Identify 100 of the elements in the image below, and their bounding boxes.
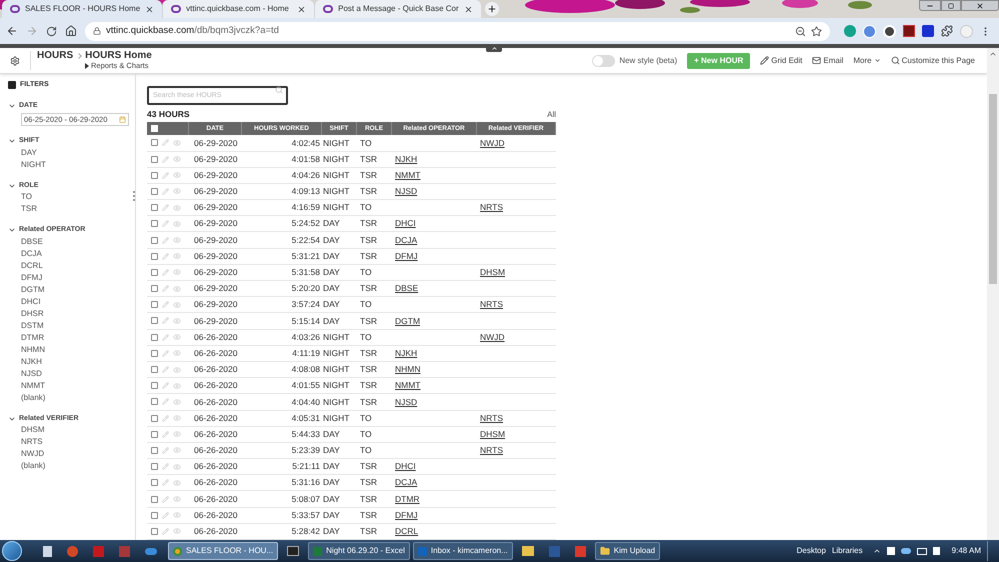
pinned-app-icon[interactable] xyxy=(145,548,157,554)
view-icon[interactable] xyxy=(173,478,181,487)
pinned-app-icon[interactable] xyxy=(287,546,300,556)
row-checkbox[interactable] xyxy=(151,268,158,276)
taskbar-toolbar[interactable]: Desktop xyxy=(796,545,826,557)
resize-handle-icon[interactable] xyxy=(133,191,135,201)
record-link[interactable]: DFMJ xyxy=(395,250,418,261)
filter-option[interactable]: NRTS xyxy=(21,436,135,448)
taskbar-window-button[interactable]: Night 06.29.20 - Excel xyxy=(308,542,410,560)
scroll-up-icon[interactable] xyxy=(989,50,997,58)
view-icon[interactable] xyxy=(173,300,181,309)
filter-option[interactable]: DAY xyxy=(21,146,135,158)
edit-icon[interactable] xyxy=(162,220,169,228)
view-icon[interactable] xyxy=(173,171,181,180)
close-icon[interactable] xyxy=(464,4,473,14)
view-icon[interactable] xyxy=(173,366,181,374)
filter-option[interactable]: (blank) xyxy=(21,460,135,472)
record-link[interactable]: NRTS xyxy=(480,412,503,423)
pinned-app-icon[interactable] xyxy=(43,546,52,556)
edit-icon[interactable] xyxy=(162,204,169,212)
row-checkbox[interactable] xyxy=(151,156,158,163)
all-link[interactable]: All xyxy=(547,108,556,121)
filter-toggle-icon[interactable] xyxy=(8,81,16,90)
filter-option[interactable]: NJKH xyxy=(21,356,135,368)
toolbar-link[interactable]: Grid Edit xyxy=(760,54,802,66)
edit-icon[interactable] xyxy=(162,414,169,422)
tray-expand-icon[interactable] xyxy=(872,547,881,555)
filter-option[interactable]: NJSD xyxy=(21,368,135,380)
edit-icon[interactable] xyxy=(162,285,169,292)
reload-icon[interactable] xyxy=(46,26,57,36)
edit-icon[interactable] xyxy=(162,188,169,195)
taskbar-window-button[interactable]: Kim Upload xyxy=(594,542,660,560)
row-checkbox[interactable] xyxy=(151,366,158,374)
filter-option[interactable]: DFMJ xyxy=(21,272,135,284)
forward-icon[interactable] xyxy=(26,25,38,37)
record-link[interactable]: DCJA xyxy=(395,477,418,488)
edit-icon[interactable] xyxy=(162,463,169,470)
zoom-icon[interactable] xyxy=(795,26,806,36)
cloud-icon[interactable] xyxy=(900,548,911,554)
table-title[interactable]: HOURS xyxy=(37,51,74,62)
edit-icon[interactable] xyxy=(162,528,169,535)
row-checkbox[interactable] xyxy=(151,334,158,341)
taskbar-toolbar[interactable]: Libraries xyxy=(832,545,863,557)
row-checkbox[interactable] xyxy=(151,496,158,503)
row-checkbox[interactable] xyxy=(151,220,158,228)
row-checkbox[interactable] xyxy=(151,285,158,292)
extension-icon[interactable] xyxy=(922,25,934,37)
filter-option[interactable]: DSTM xyxy=(21,320,135,332)
row-checkbox[interactable] xyxy=(151,350,158,357)
row-checkbox[interactable] xyxy=(151,204,158,212)
close-icon[interactable] xyxy=(297,4,306,14)
address-bar[interactable]: vttinc.quickbase.com/db/bqm3jvczk?a=td xyxy=(85,22,830,40)
record-link[interactable]: NWJD xyxy=(480,332,505,342)
record-link[interactable]: DGTM xyxy=(395,316,420,326)
edit-icon[interactable] xyxy=(162,139,169,146)
record-link[interactable]: DTMR xyxy=(395,494,420,504)
view-icon[interactable] xyxy=(173,236,181,244)
view-icon[interactable] xyxy=(173,220,181,228)
view-icon[interactable] xyxy=(173,138,181,147)
row-checkbox[interactable] xyxy=(151,382,158,390)
filter-option[interactable]: DBSE xyxy=(21,236,135,248)
row-checkbox[interactable] xyxy=(151,172,158,179)
row-checkbox[interactable] xyxy=(151,446,158,454)
browser-tab[interactable]: SALES FLOOR - HOURS Home xyxy=(2,0,162,18)
row-checkbox[interactable] xyxy=(151,252,158,260)
record-link[interactable]: NMMT xyxy=(395,380,420,390)
filter-option[interactable]: DCRL xyxy=(21,260,135,272)
scrollbar[interactable] xyxy=(987,48,999,540)
row-checkbox[interactable] xyxy=(151,398,158,406)
edit-icon[interactable] xyxy=(162,156,169,163)
row-checkbox[interactable] xyxy=(151,528,158,535)
record-link[interactable]: NMMT xyxy=(395,170,420,180)
filter-option[interactable]: (blank) xyxy=(21,392,135,404)
settings-icon[interactable] xyxy=(10,56,20,66)
record-link[interactable]: DCJA xyxy=(395,234,418,245)
row-checkbox[interactable] xyxy=(151,139,158,146)
view-icon[interactable] xyxy=(173,511,181,520)
filter-option[interactable]: TO xyxy=(21,191,135,203)
view-icon[interactable] xyxy=(173,284,181,293)
view-icon[interactable] xyxy=(173,527,181,536)
row-checkbox[interactable] xyxy=(151,317,158,324)
extension-icon[interactable] xyxy=(844,25,856,37)
edit-icon[interactable] xyxy=(162,317,169,324)
filter-option[interactable]: NWJD xyxy=(21,448,135,460)
scrollbar-thumb[interactable] xyxy=(989,94,997,284)
row-checkbox[interactable] xyxy=(151,463,158,470)
filter-option[interactable]: DHSR xyxy=(21,308,135,320)
view-icon[interactable] xyxy=(173,333,181,342)
record-link[interactable]: DHSM xyxy=(480,428,506,439)
record-link[interactable]: DHCI xyxy=(395,218,416,228)
record-link[interactable]: NRTS xyxy=(480,445,503,456)
taskbar-window-button[interactable]: SALES FLOOR - HOU... xyxy=(168,542,278,560)
collapse-button[interactable] xyxy=(486,44,502,52)
puzzle-icon[interactable] xyxy=(941,25,953,37)
view-icon[interactable] xyxy=(173,155,181,164)
toolbar-link[interactable]: Email xyxy=(812,54,844,66)
view-icon[interactable] xyxy=(173,414,181,422)
filter-option[interactable]: DHCI xyxy=(21,296,135,308)
record-link[interactable]: DFMJ xyxy=(395,510,418,520)
record-link[interactable]: DCRL xyxy=(395,526,418,536)
